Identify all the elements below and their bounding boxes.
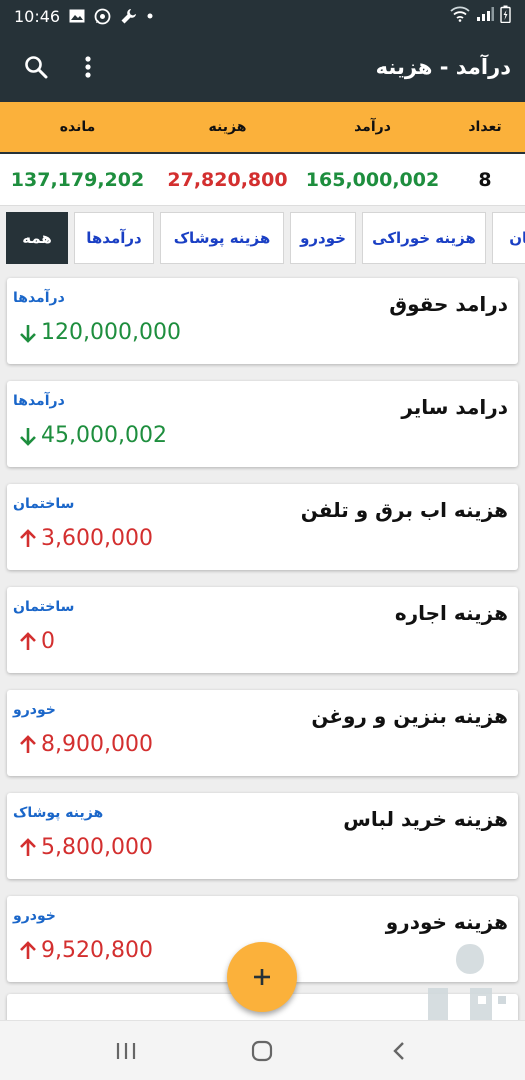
transaction-amount: 5,800,000: [19, 835, 153, 860]
transaction-amount: 8,900,000: [19, 732, 153, 757]
app-bar: درآمد - هزینه: [0, 32, 525, 102]
transaction-amount-value: 0: [41, 629, 55, 654]
tab-food[interactable]: هزینه خوراکی: [362, 212, 486, 264]
summary-count-header: تعداد: [468, 119, 502, 135]
arrow-down-icon: [20, 324, 36, 343]
back-button[interactable]: [381, 1033, 417, 1069]
plus-icon: [254, 969, 270, 985]
transaction-title: هزینه خرید لباس: [343, 807, 508, 831]
arrow-down-icon: [20, 427, 36, 446]
transaction-title: هزینه اجاره: [394, 601, 508, 625]
signal-icon: [476, 6, 494, 26]
transaction-category: ساختمان: [13, 599, 75, 615]
summary-expense-value: 27,820,800: [167, 168, 288, 191]
recents-button[interactable]: [108, 1033, 144, 1069]
transaction-title: درامد سایر: [401, 395, 508, 419]
summary-balance-header: مانده: [59, 119, 96, 135]
tab-incomes[interactable]: درآمدها: [74, 212, 154, 264]
arrow-up-icon: [20, 528, 36, 547]
transaction-card[interactable]: هزینه اجاره ساختمان 0: [7, 587, 518, 673]
system-nav-bar: [0, 1020, 525, 1080]
wrench-icon: [120, 8, 137, 25]
summary-balance-value: 137,179,202: [10, 168, 145, 191]
transaction-card[interactable]: هزینه اب برق و تلفن ساختمان 3,600,000: [7, 484, 518, 570]
transaction-title: هزینه خودرو: [385, 910, 508, 934]
transaction-category: خودرو: [13, 702, 56, 718]
transaction-amount: 0: [19, 629, 55, 654]
transaction-card[interactable]: درامد حقوق درآمدها 120,000,000: [7, 278, 518, 364]
more-options-button[interactable]: [74, 53, 102, 81]
transaction-amount-value: 5,800,000: [41, 835, 153, 860]
transaction-category: درآمدها: [13, 393, 65, 409]
gallery-icon: [69, 9, 85, 23]
transaction-amount-value: 8,900,000: [41, 732, 153, 757]
status-bar: 10:46: [0, 0, 525, 32]
tab-all[interactable]: همه: [6, 212, 68, 264]
status-time: 10:46: [14, 6, 61, 26]
transaction-category: درآمدها: [13, 290, 65, 306]
transaction-title: درامد حقوق: [389, 292, 508, 316]
arrow-up-icon: [20, 734, 36, 753]
summary-header: تعداد درآمد هزینه مانده: [0, 102, 525, 154]
add-transaction-button[interactable]: [227, 942, 297, 1012]
transaction-amount: 3,600,000: [19, 526, 153, 551]
more-vert-icon: [85, 56, 91, 78]
summary-expense-header: هزینه: [208, 119, 247, 135]
recents-icon: [116, 1043, 136, 1059]
tab-building[interactable]: ساختمان: [492, 212, 525, 264]
transaction-amount-value: 3,600,000: [41, 526, 153, 551]
arrow-up-icon: [20, 837, 36, 856]
summary-count-value: 8: [478, 168, 492, 191]
transaction-amount-value: 45,000,002: [41, 423, 167, 448]
notification-dot-icon: [146, 12, 154, 20]
transaction-amount-value: 120,000,000: [41, 320, 181, 345]
wifi-icon: [450, 6, 470, 26]
transaction-amount-value: 9,520,800: [41, 938, 153, 963]
search-button[interactable]: [22, 53, 50, 81]
transaction-category: ساختمان: [13, 496, 75, 512]
app-bar-actions: [22, 53, 102, 81]
whatsapp-icon: [94, 8, 111, 25]
transaction-category: هزینه پوشاک: [13, 805, 104, 821]
home-icon: [251, 1040, 273, 1062]
summary-income-header: درآمد: [354, 119, 391, 135]
category-tabs: همه درآمدها هزینه پوشاک خودرو هزینه خورا…: [0, 210, 525, 268]
transaction-card[interactable]: هزینه بنزین و روغن خودرو 8,900,000: [7, 690, 518, 776]
tab-car[interactable]: خودرو: [290, 212, 356, 264]
battery-icon: [500, 5, 511, 27]
home-button[interactable]: [244, 1033, 280, 1069]
page-title: درآمد - هزینه: [375, 55, 511, 79]
summary-income-value: 165,000,002: [305, 168, 440, 191]
transaction-title: هزینه اب برق و تلفن: [300, 498, 508, 522]
tab-clothing[interactable]: هزینه پوشاک: [160, 212, 284, 264]
back-icon: [393, 1042, 404, 1060]
transaction-title: هزینه بنزین و روغن: [311, 704, 508, 728]
transaction-amount: 120,000,000: [19, 320, 181, 345]
summary-values: 8 165,000,002 27,820,800 137,179,202: [0, 154, 525, 206]
transaction-card[interactable]: درامد سایر درآمدها 45,000,002: [7, 381, 518, 467]
transaction-amount: 45,000,002: [19, 423, 167, 448]
screen: 10:46 درآمد - هزینه تعداد درآمد هزینه ما…: [0, 0, 525, 1080]
arrow-up-icon: [20, 631, 36, 650]
arrow-up-icon: [20, 940, 36, 959]
transaction-category: خودرو: [13, 908, 56, 924]
transaction-amount: 9,520,800: [19, 938, 153, 963]
transaction-list: درامد حقوق درآمدها 120,000,000 درامد سای…: [0, 268, 525, 1020]
transaction-card[interactable]: هزینه خرید لباس هزینه پوشاک 5,800,000: [7, 793, 518, 879]
search-icon: [25, 56, 48, 79]
